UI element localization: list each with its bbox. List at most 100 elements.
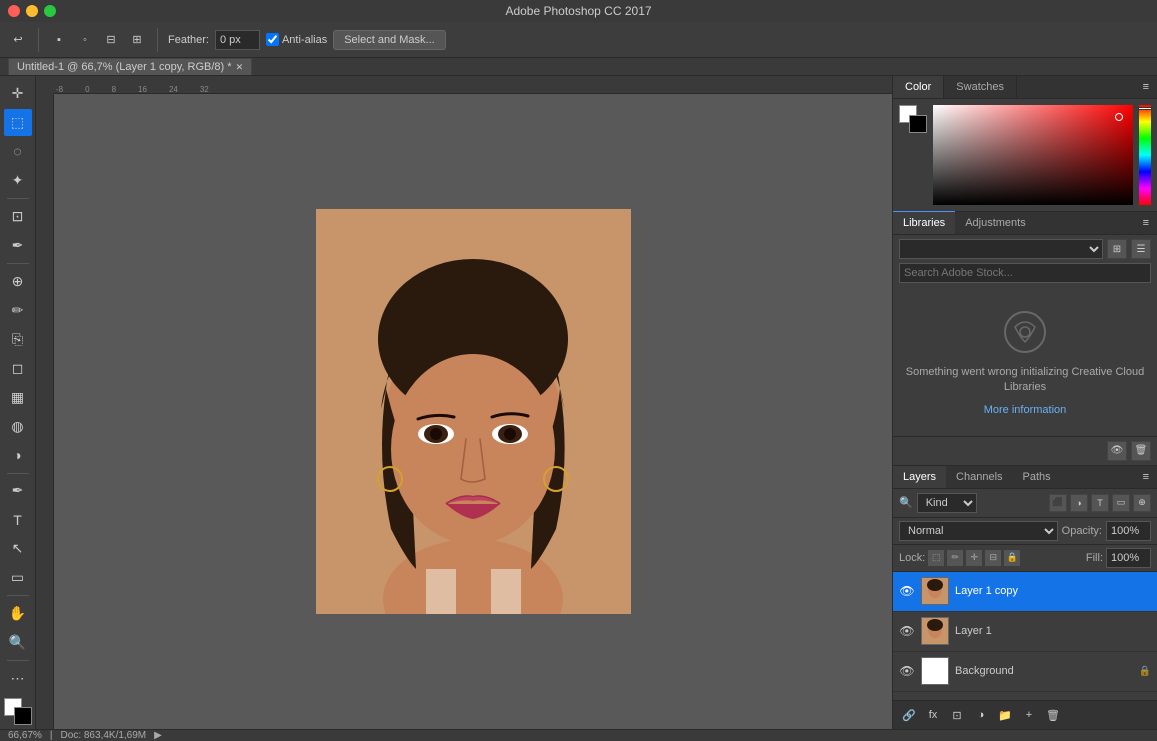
- document-tab[interactable]: Untitled-1 @ 66,7% (Layer 1 copy, RGB/8)…: [8, 58, 252, 75]
- zoom-tool[interactable]: 🔍: [4, 629, 32, 656]
- anti-alias-checkbox[interactable]: Anti-alias: [266, 33, 327, 46]
- tab-channels[interactable]: Channels: [946, 466, 1012, 488]
- add-adjustment-icon[interactable]: ◑: [971, 705, 991, 725]
- crop-tool[interactable]: ⊡: [4, 203, 32, 230]
- lock-all-icon[interactable]: 🔒: [1004, 550, 1020, 566]
- eyedropper-tool[interactable]: ✒: [4, 232, 32, 259]
- tab-layers[interactable]: Layers: [893, 466, 946, 488]
- libraries-error-area: Something went wrong initializing Creati…: [893, 287, 1157, 436]
- blur-tool[interactable]: ◍: [4, 413, 32, 440]
- filter-smart-icon[interactable]: ⊕: [1133, 494, 1151, 512]
- tab-paths[interactable]: Paths: [1013, 466, 1061, 488]
- status-separator: |: [50, 730, 53, 741]
- tab-libraries[interactable]: Libraries: [893, 211, 955, 234]
- add-layer-icon[interactable]: +: [1019, 705, 1039, 725]
- brush-tool[interactable]: ✏: [4, 297, 32, 324]
- select-mask-button[interactable]: Select and Mask...: [333, 30, 446, 50]
- pen-tool[interactable]: ✒: [4, 478, 32, 505]
- tab-color[interactable]: Color: [893, 76, 944, 98]
- feather-label: Feather:: [168, 34, 209, 46]
- layers-panel-menu[interactable]: ≡: [1135, 466, 1157, 488]
- main-toolbar: ↩ ▪ ◦ ⊟ ⊞ Feather: Anti-alias Select and…: [0, 22, 1157, 58]
- marquee-tool[interactable]: ⬚: [4, 109, 32, 136]
- path-select-tool[interactable]: ↖: [4, 535, 32, 562]
- lib-grid-view[interactable]: ⊞: [1107, 239, 1127, 259]
- canvas-image[interactable]: [316, 209, 631, 614]
- marquee-single-col-icon[interactable]: ⊞: [127, 30, 147, 50]
- delete-layer-icon[interactable]: 🗑: [1043, 705, 1063, 725]
- layer-visibility-layer1[interactable]: 👁: [899, 623, 915, 639]
- spectrum-overlay: [933, 105, 1133, 205]
- tool-separator-2: [7, 263, 29, 264]
- lib-panel-tabs: Libraries Adjustments ≡: [893, 212, 1157, 235]
- marquee-circle-icon[interactable]: ◦: [75, 30, 95, 50]
- filter-shape-icon[interactable]: ▭: [1112, 494, 1130, 512]
- blend-mode-dropdown[interactable]: Normal: [899, 521, 1058, 541]
- add-mask-icon[interactable]: ⊡: [947, 705, 967, 725]
- fg-bg-swatches[interactable]: [899, 105, 927, 133]
- libraries-panel-menu[interactable]: ≡: [1135, 212, 1157, 234]
- fg-bg-color[interactable]: [4, 698, 32, 725]
- spectrum-cursor[interactable]: [1115, 113, 1123, 121]
- marquee-rect-icon[interactable]: ▪: [49, 30, 69, 50]
- hand-tool[interactable]: ✋: [4, 600, 32, 627]
- libraries-search[interactable]: [899, 263, 1151, 283]
- lib-list-view[interactable]: ☰: [1131, 239, 1151, 259]
- link-layers-icon[interactable]: 🔗: [899, 705, 919, 725]
- layer-item-layer1copy[interactable]: 👁 Layer 1 copy: [893, 572, 1157, 612]
- lasso-tool[interactable]: ◌: [4, 138, 32, 165]
- traffic-lights: [8, 5, 56, 17]
- eraser-tool[interactable]: ◻: [4, 355, 32, 382]
- layer-effects-icon[interactable]: fx: [923, 705, 943, 725]
- ruler-horizontal: -8 0 8 16 24 32: [54, 76, 892, 94]
- clone-tool[interactable]: ⎘: [4, 326, 32, 353]
- color-spectrum[interactable]: [933, 105, 1133, 205]
- dodge-tool[interactable]: ◑: [4, 442, 32, 469]
- marquee-single-row-icon[interactable]: ⊟: [101, 30, 121, 50]
- layer-item-layer1[interactable]: 👁 Layer 1: [893, 612, 1157, 652]
- lock-transparent-icon[interactable]: ⬚: [928, 550, 944, 566]
- lock-artboard-icon[interactable]: ⊟: [985, 550, 1001, 566]
- rectangle-tool[interactable]: ▭: [4, 564, 32, 591]
- libraries-dropdown[interactable]: [899, 239, 1103, 259]
- layer-visibility-layer1copy[interactable]: 👁: [899, 583, 915, 599]
- doc-info-more[interactable]: ▶: [154, 730, 162, 741]
- fill-input[interactable]: [1106, 548, 1151, 568]
- text-tool[interactable]: T: [4, 506, 32, 533]
- tab-swatches[interactable]: Swatches: [944, 76, 1017, 98]
- lock-brush-icon[interactable]: ✏: [947, 550, 963, 566]
- maximize-button[interactable]: [44, 5, 56, 17]
- healing-tool[interactable]: ⊕: [4, 268, 32, 295]
- background-swatch[interactable]: [909, 115, 927, 133]
- filter-adjustment-icon[interactable]: ◑: [1070, 494, 1088, 512]
- feather-input[interactable]: [215, 30, 260, 50]
- hue-slider[interactable]: [1139, 105, 1151, 205]
- move-tool[interactable]: ✛: [4, 80, 32, 107]
- background-color[interactable]: [14, 707, 32, 725]
- hue-cursor[interactable]: [1138, 107, 1152, 110]
- minimize-button[interactable]: [26, 5, 38, 17]
- layer-item-background[interactable]: 👁 Background 🔒: [893, 652, 1157, 692]
- layer-visibility-background[interactable]: 👁: [899, 663, 915, 679]
- color-panel-menu[interactable]: ≡: [1135, 76, 1157, 98]
- more-tools[interactable]: ⋯: [4, 665, 32, 692]
- lib-trash-icon[interactable]: 🗑: [1131, 441, 1151, 461]
- kind-icon: 🔍: [899, 496, 913, 509]
- opacity-input[interactable]: [1106, 521, 1151, 541]
- libraries-more-info[interactable]: More information: [984, 404, 1067, 416]
- layers-kind-dropdown[interactable]: Kind: [917, 493, 977, 513]
- filter-pixel-icon[interactable]: ⬛: [1049, 494, 1067, 512]
- tab-close-icon[interactable]: ✕: [236, 62, 244, 73]
- gradient-tool[interactable]: ▦: [4, 384, 32, 411]
- layers-lock: Lock: ⬚ ✏ ✛ ⊟ 🔒 Fill:: [893, 545, 1157, 572]
- add-group-icon[interactable]: 📁: [995, 705, 1015, 725]
- magic-wand-tool[interactable]: ✦: [4, 167, 32, 194]
- canvas-area: -8 0 8 16 24 32: [36, 76, 892, 729]
- close-button[interactable]: [8, 5, 20, 17]
- tab-adjustments[interactable]: Adjustments: [955, 212, 1036, 234]
- history-icon[interactable]: ↩: [8, 30, 28, 50]
- lock-position-icon[interactable]: ✛: [966, 550, 982, 566]
- filter-text-icon[interactable]: T: [1091, 494, 1109, 512]
- fill-label: Fill:: [1086, 552, 1103, 564]
- lib-eye-icon[interactable]: 👁: [1107, 441, 1127, 461]
